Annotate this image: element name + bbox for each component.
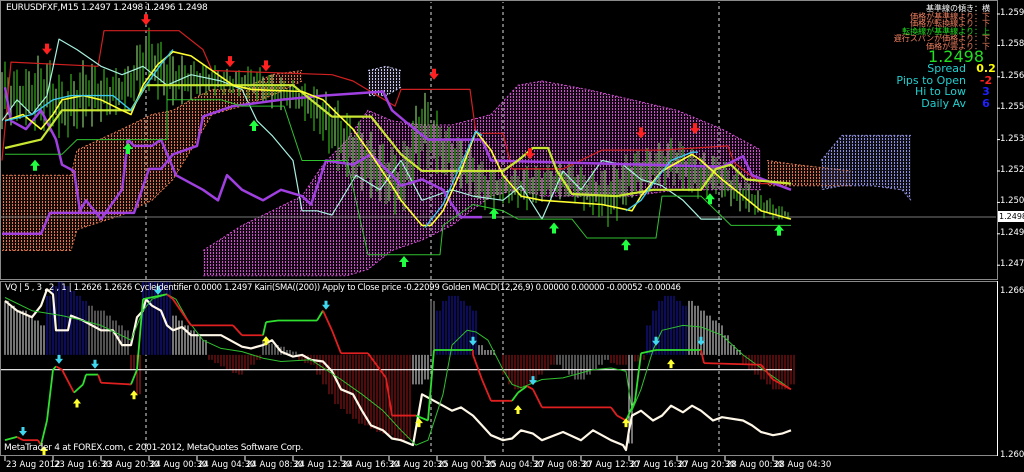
trend-step-segment — [526, 385, 534, 391]
trend-step-segment — [610, 406, 618, 417]
trend-step-segment — [46, 369, 54, 421]
indicator-header: VQ | 5 , 3 , 2 , 1 | 1.2626 1.2626 Cycle… — [5, 283, 681, 293]
cycle-down-arrow-icon — [91, 359, 99, 369]
trend-step-segment — [481, 379, 492, 402]
trend-step-segment — [322, 310, 333, 331]
trend-step-segment — [4, 436, 18, 442]
trend-step-segment — [331, 329, 342, 354]
copyright-text: MetaTrader 4 at FOREX.com, c 2001-2012, … — [4, 443, 304, 453]
trend-step-segment — [73, 383, 84, 394]
lower-axis-min: 1.2603 — [1000, 450, 1024, 460]
trend-step-segment — [82, 374, 87, 385]
trend-step-segment — [511, 392, 519, 402]
price-tick: 1.2595 — [1000, 8, 1024, 18]
trend-step-segment — [472, 354, 483, 380]
trend-step-segment — [265, 319, 279, 324]
price-tick: 1.2580 — [1000, 39, 1024, 50]
time-tick: 23 Aug 2012 — [6, 460, 61, 470]
cycle-up-arrow-icon — [73, 398, 81, 408]
price-tick: 1.2505 — [1000, 196, 1024, 207]
current-price-tag: 1.2498 — [998, 211, 1024, 222]
cycle-down-arrow-icon — [19, 426, 27, 436]
trend-step-segment — [640, 349, 657, 355]
price-tick: 1.2490 — [1000, 227, 1024, 238]
cycle-up-arrow-icon — [514, 405, 522, 415]
price-tick: 1.2535 — [1000, 133, 1024, 144]
trend-step-segment — [616, 414, 627, 422]
trend-step-segment — [61, 369, 75, 394]
trend-step-segment — [97, 374, 102, 384]
lower-axis-max: 1.2662 — [1000, 286, 1024, 296]
price-tick: 1.2475 — [1000, 259, 1024, 270]
price-tick: 1.2565 — [1000, 70, 1024, 81]
trend-step-segment — [16, 436, 24, 441]
trend-step-segment — [130, 369, 138, 385]
cycle-down-arrow-icon — [322, 300, 330, 310]
symbol-header: EURUSDFXF,M15 1.2497 1.2498 1.2496 1.249… — [6, 3, 208, 13]
cycle-down-arrow-icon — [55, 354, 63, 364]
indicator-panel[interactable] — [0, 266, 795, 456]
trend-step-segment — [316, 310, 324, 321]
stat-value: 6 — [982, 96, 990, 110]
price-tick: 1.2520 — [1000, 165, 1024, 175]
time-tick: 28 Aug 04:30 — [774, 460, 832, 470]
trend-step-segment — [262, 321, 267, 336]
trend-step-segment — [100, 381, 132, 386]
chart-canvas[interactable] — [0, 0, 1024, 472]
trend-step-segment — [532, 388, 543, 408]
lower-panel-border — [0, 281, 998, 456]
trend-step-segment — [40, 420, 48, 446]
cycle-up-arrow-icon — [667, 359, 675, 369]
main-price-panel[interactable] — [0, 0, 1000, 280]
stat-label: Daily Av — [921, 96, 966, 110]
price-tick: 1.2550 — [1000, 102, 1024, 113]
trend-step-segment — [232, 324, 243, 336]
